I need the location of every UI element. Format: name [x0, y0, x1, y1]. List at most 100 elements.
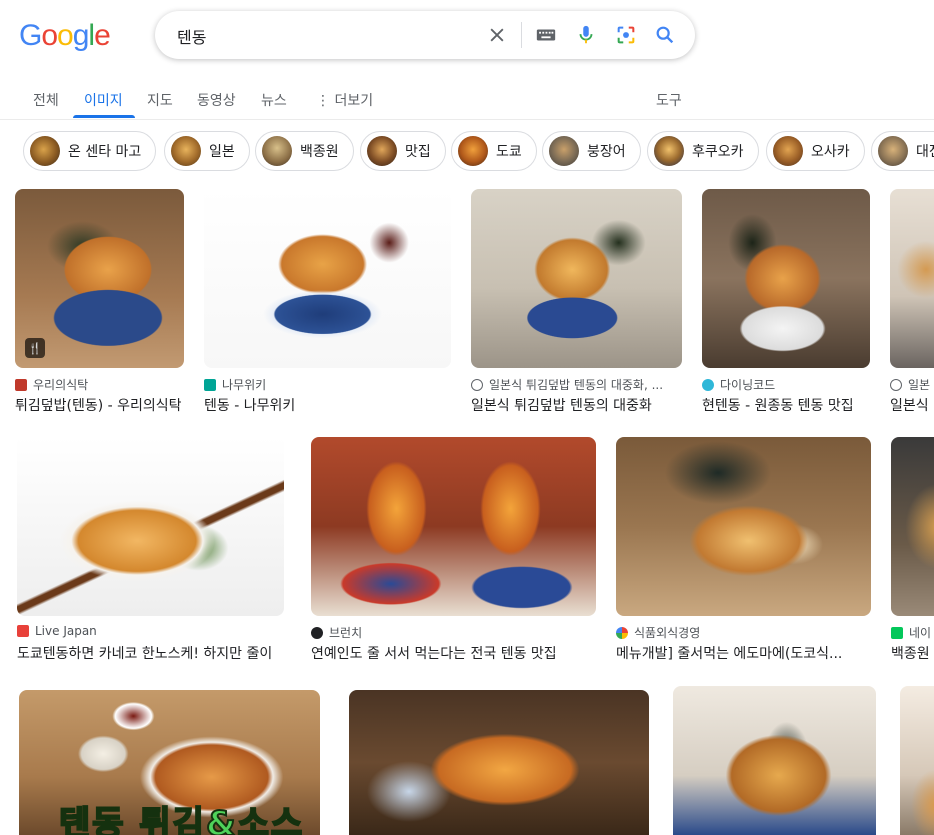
- result-source: 일본: [890, 376, 930, 393]
- thumbnail-caption: 텐동 튀김&소스: [58, 803, 305, 835]
- chip-label: 맛집: [405, 144, 431, 160]
- source-name: 브런치: [329, 626, 363, 640]
- tab-images[interactable]: 이미지: [84, 90, 123, 110]
- chip-conger-eel[interactable]: 붕장어: [542, 131, 641, 171]
- result-source: Live Japan: [17, 624, 97, 638]
- result-source: 네이: [891, 624, 931, 641]
- site-favicon-icon: [204, 378, 216, 391]
- tab-all[interactable]: 전체: [33, 90, 59, 110]
- chip-thumbnail: [878, 136, 908, 166]
- result-title[interactable]: 튀김덮밥(텐동) - 우리의식탁: [15, 395, 184, 415]
- active-tab-indicator: [73, 115, 135, 118]
- chip-restaurant[interactable]: 맛집: [360, 131, 446, 171]
- google-logo[interactable]: Google: [19, 19, 111, 53]
- site-favicon-icon: [616, 626, 628, 639]
- chip-label: 온 센타 마고: [68, 144, 142, 160]
- result-image: [471, 189, 682, 368]
- source-name: 네이: [909, 626, 932, 640]
- result-source: 다이닝코드: [702, 376, 775, 393]
- chip-label: 후쿠오카: [692, 144, 744, 160]
- chip-thumbnail: [262, 136, 292, 166]
- chip-thumbnail: [367, 136, 397, 166]
- logo-letter: o: [57, 19, 74, 52]
- result-title[interactable]: 텐동 - 나무위키: [204, 395, 451, 415]
- chip-label: 백종원: [300, 144, 339, 160]
- result-image: [311, 437, 596, 616]
- result-image: [890, 189, 934, 368]
- food-badge-icon: 🍴: [25, 338, 45, 358]
- result-image: [349, 690, 649, 835]
- source-name: 일본: [908, 378, 931, 392]
- site-favicon-icon: [471, 378, 483, 391]
- chip-label: 붕장어: [587, 144, 626, 160]
- chip-osaka[interactable]: 오사카: [766, 131, 865, 171]
- result-title[interactable]: 일본식: [890, 395, 934, 415]
- logo-letter: o: [41, 19, 58, 52]
- result-title[interactable]: 연예인도 줄 서서 먹는다는 전국 텐동 맛집: [311, 643, 596, 663]
- source-name: Live Japan: [35, 624, 97, 638]
- site-favicon-icon: [891, 626, 903, 639]
- chip-japan[interactable]: 일본: [164, 131, 250, 171]
- site-favicon-icon: [890, 378, 902, 391]
- site-favicon-icon: [702, 378, 714, 391]
- logo-letter: e: [94, 19, 111, 52]
- keyboard-icon[interactable]: [534, 23, 558, 47]
- chip-thumbnail: [171, 136, 201, 166]
- source-name: 나무위키: [222, 378, 267, 392]
- chip-baek-jongwon[interactable]: 백종원: [255, 131, 354, 171]
- chip-thumbnail: [773, 136, 803, 166]
- search-divider: [521, 22, 522, 48]
- site-favicon-icon: [17, 625, 29, 637]
- site-favicon-icon: [311, 626, 323, 639]
- result-image: 🍴: [15, 189, 184, 368]
- search-icon[interactable]: [653, 23, 677, 47]
- result-source: 우리의식탁: [15, 376, 88, 393]
- search-input[interactable]: 텐동: [177, 24, 206, 48]
- result-image: 텐동 튀김&소스: [19, 690, 320, 835]
- source-name: 일본식 튀김덮밥 텐동의 대중화, ...: [489, 378, 664, 392]
- chip-label: 도쿄: [496, 144, 522, 160]
- lens-camera-icon[interactable]: [614, 23, 638, 47]
- source-name: 다이닝코드: [720, 378, 776, 392]
- chip-thumbnail: [458, 136, 488, 166]
- result-title[interactable]: 백종원: [891, 643, 934, 663]
- chip-label: 오사카: [811, 144, 850, 160]
- result-title[interactable]: 메뉴개발] 줄서먹는 에도마에(도코식...: [616, 643, 871, 663]
- site-favicon-icon: [15, 378, 27, 391]
- result-title[interactable]: 도쿄텐동하면 카네코 한노스케! 하지만 줄이: [17, 643, 284, 663]
- tab-more[interactable]: ⋮ 더보기: [316, 90, 373, 110]
- result-source: 일본식 튀김덮밥 텐동의 대중화, ...: [471, 376, 663, 393]
- result-source: 식품외식경영: [616, 624, 700, 641]
- tabs-divider: [0, 119, 934, 120]
- chip-on-center-mago[interactable]: 온 센타 마고: [23, 131, 157, 171]
- microphone-icon[interactable]: [574, 23, 598, 47]
- result-image: [204, 189, 451, 368]
- tools-button[interactable]: 도구: [656, 90, 682, 110]
- tab-news[interactable]: 뉴스: [261, 90, 287, 110]
- chip-label: 대전: [916, 144, 934, 160]
- chip-fukuoka[interactable]: 후쿠오카: [647, 131, 759, 171]
- result-title[interactable]: 일본식 튀김덮밥 텐동의 대중화: [471, 395, 682, 415]
- tab-maps[interactable]: 지도: [147, 90, 173, 110]
- logo-letter: G: [19, 19, 42, 52]
- result-source: 나무위키: [204, 376, 266, 393]
- source-name: 우리의식탁: [33, 378, 89, 392]
- search-box[interactable]: 텐동: [155, 11, 695, 59]
- chip-daejeon[interactable]: 대전: [871, 131, 934, 171]
- result-title[interactable]: 현텐동 - 원종동 텐동 맛집: [702, 395, 870, 415]
- tab-videos[interactable]: 동영상: [197, 90, 236, 110]
- chip-label: 일본: [209, 144, 235, 160]
- result-source: 브런치: [311, 624, 362, 641]
- chip-thumbnail: [654, 136, 684, 166]
- result-image: [900, 686, 934, 835]
- result-image: [616, 437, 871, 616]
- result-image: [673, 686, 876, 835]
- chip-thumbnail: [30, 136, 60, 166]
- chip-thumbnail: [549, 136, 579, 166]
- result-image: [891, 437, 934, 616]
- logo-letter: g: [72, 19, 90, 52]
- chip-tokyo[interactable]: 도쿄: [451, 131, 537, 171]
- result-image: [17, 437, 284, 616]
- clear-icon[interactable]: [485, 23, 509, 47]
- search-tabs: 전체 이미지 지도 동영상 뉴스 ⋮ 더보기 도구: [0, 84, 934, 120]
